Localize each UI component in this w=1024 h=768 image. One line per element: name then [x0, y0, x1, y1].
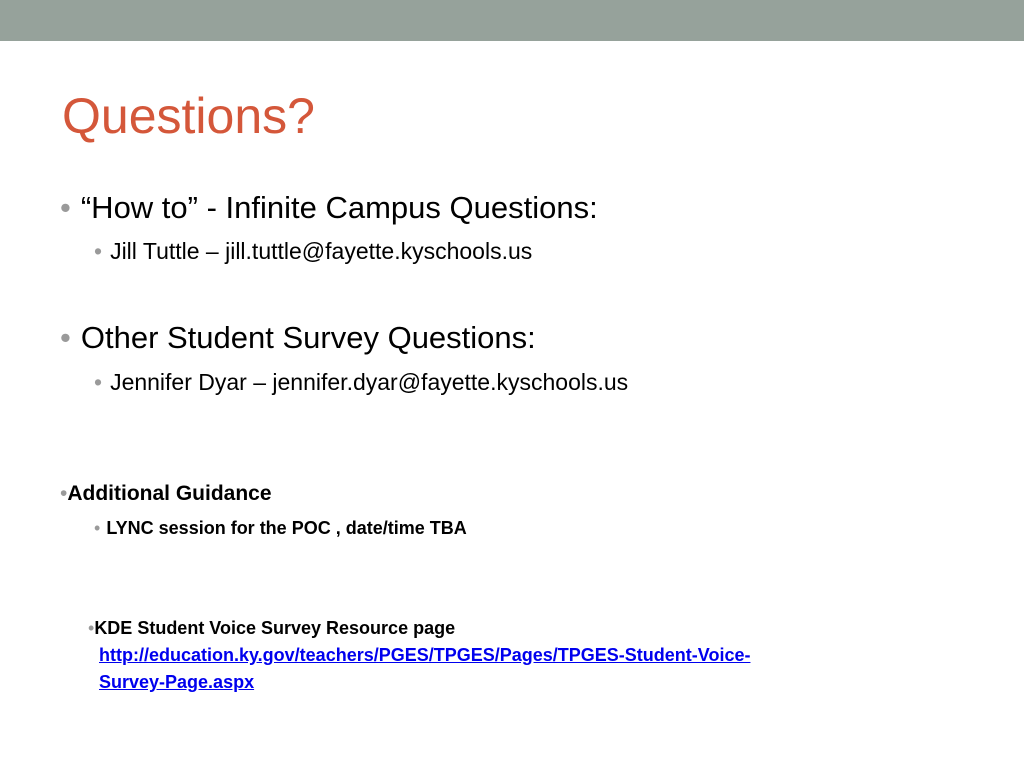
kde-resource-block: •KDE Student Voice Survey Resource page …: [88, 615, 938, 696]
sub-bullet-jennifer-dyar: • Jennifer Dyar – jennifer.dyar@fayette.k…: [94, 368, 628, 396]
sub-bullet-jill-tuttle: • Jill Tuttle – jill.tuttle@fayette.kysch…: [94, 237, 532, 265]
sub-bullet-lync-session: • LYNC session for the POC , date/time TB…: [94, 516, 467, 540]
slide-title: Questions?: [62, 88, 315, 144]
bullet-other-survey: • Other Student Survey Questions:: [60, 320, 536, 356]
bullet-additional-guidance: •Additional Guidance: [60, 481, 272, 507]
bullet-how-to: • “How to” - Infinite Campus Questions:: [60, 190, 598, 226]
kde-resource-link-line1[interactable]: http://education.ky.gov/teachers/PGES/TP…: [99, 645, 750, 665]
bullet-marker: •: [94, 518, 101, 538]
contact-jill-tuttle: Jill Tuttle – jill.tuttle@fayette.kyscho…: [110, 238, 533, 264]
contact-jennifer-dyar: Jennifer Dyar – jennifer.dyar@fayette.ky…: [110, 369, 629, 395]
bullet-other-survey-text: Other Student Survey Questions:: [80, 320, 536, 355]
kde-resource-label: KDE Student Voice Survey Resource page: [94, 618, 456, 638]
bullet-marker: •: [94, 369, 103, 395]
bullet-how-to-text: “How to” - Infinite Campus Questions:: [80, 190, 598, 225]
bullet-marker: •: [60, 190, 71, 225]
bullet-marker: •: [94, 238, 103, 264]
lync-session-text: LYNC session for the POC , date/time TBA: [106, 518, 467, 538]
kde-resource-link-line2[interactable]: Survey-Page.aspx: [99, 672, 254, 692]
top-decorative-bar: [0, 0, 1024, 41]
kde-resource-link[interactable]: http://education.ky.gov/teachers/PGES/TP…: [88, 642, 938, 696]
bullet-marker: •: [60, 320, 71, 355]
additional-guidance-text: Additional Guidance: [67, 482, 272, 505]
